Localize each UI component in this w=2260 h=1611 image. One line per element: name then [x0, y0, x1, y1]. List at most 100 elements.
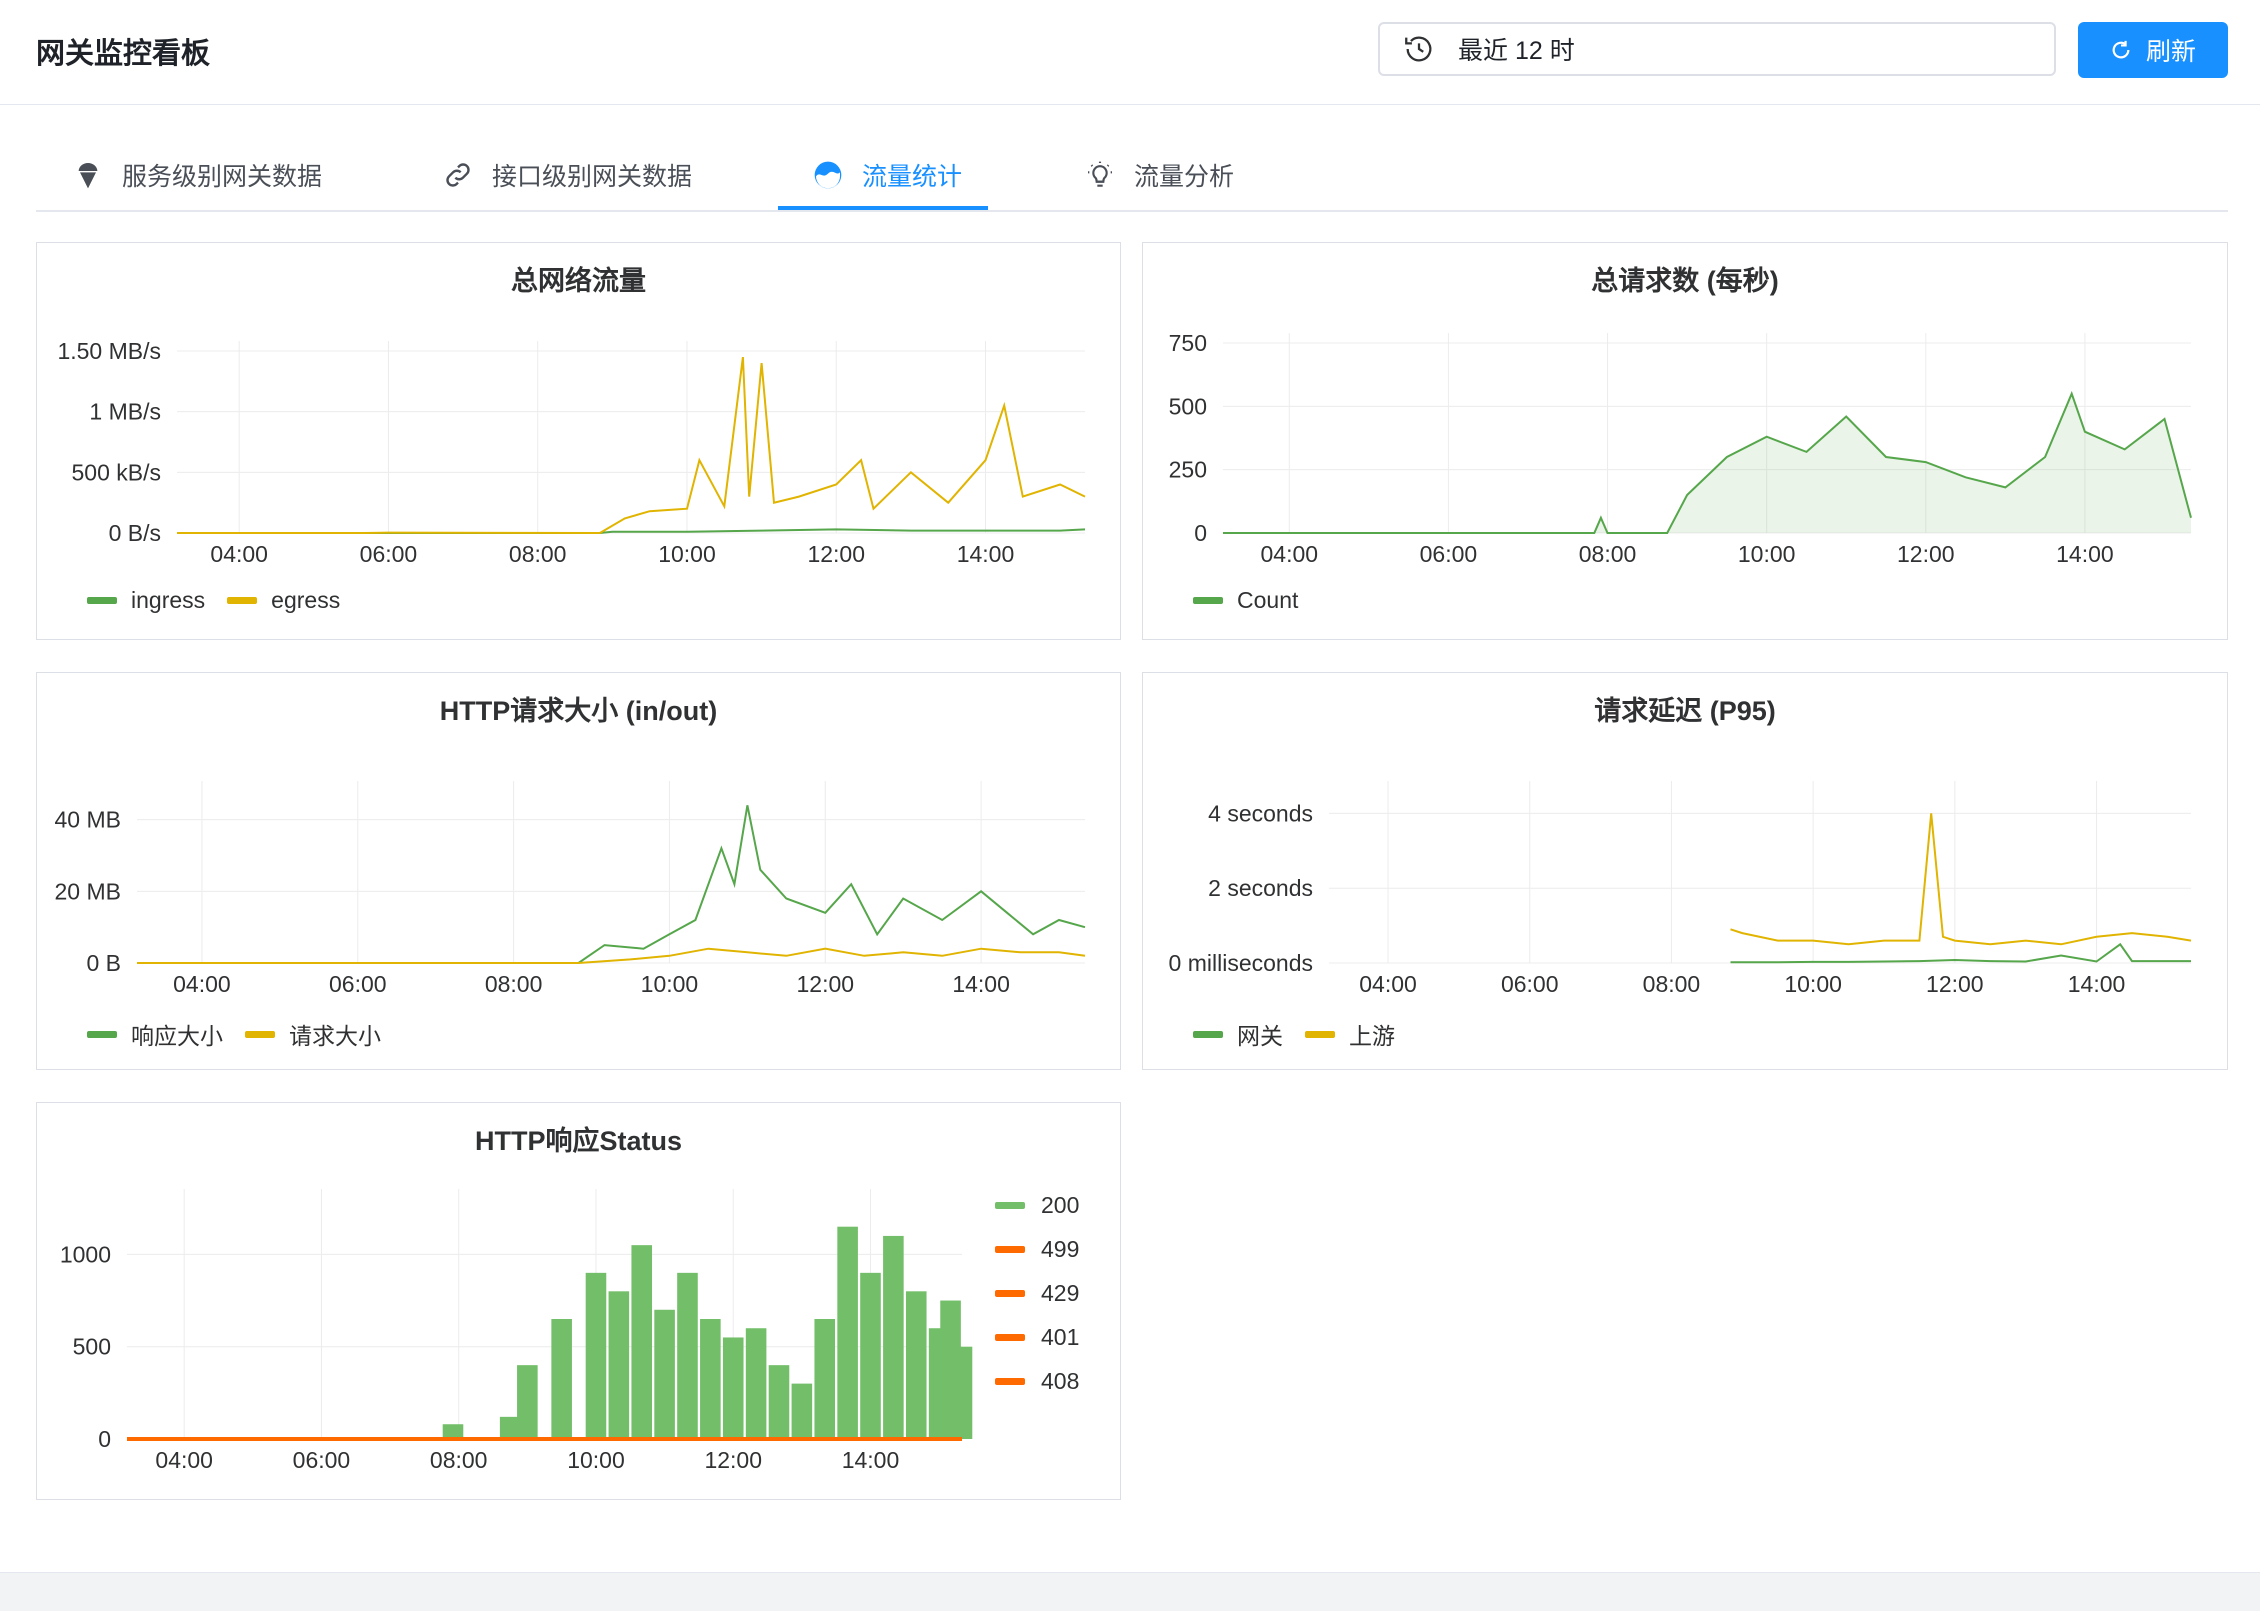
- chart-legend: 网关 上游: [1193, 1017, 1417, 1051]
- bar-200: [951, 1346, 973, 1439]
- bar-200: [905, 1291, 927, 1439]
- legend-item-request-size[interactable]: 请求大小: [245, 1017, 381, 1051]
- legend-label: 429: [1041, 1279, 1080, 1306]
- y-tick-label: 500: [1169, 393, 1207, 419]
- series-line-1: [177, 356, 1086, 535]
- page-title: 网关监控看板: [36, 38, 211, 70]
- legend-item-200[interactable]: 200: [995, 1183, 1079, 1227]
- x-tick-label: 08:00: [485, 971, 543, 997]
- x-tick-label: 10:00: [658, 541, 716, 567]
- refresh-icon: [2112, 40, 2130, 59]
- x-tick-label: 12:00: [807, 541, 865, 567]
- tab-label: 流量统计: [862, 163, 963, 191]
- ice-cream-icon: [78, 163, 98, 189]
- legend-swatch: [995, 1289, 1025, 1297]
- x-tick-label: 04:00: [210, 541, 268, 567]
- x-tick-label: 04:00: [173, 971, 231, 997]
- x-tick-label: 10:00: [567, 1447, 625, 1473]
- legend-item-408[interactable]: 408: [995, 1359, 1079, 1403]
- x-tick-label: 14:00: [2068, 971, 2126, 997]
- bar-200: [517, 1365, 538, 1439]
- legend-swatch: [227, 597, 258, 604]
- legend-swatch: [995, 1201, 1025, 1209]
- bar-200: [837, 1226, 858, 1439]
- legend-swatch: [995, 1333, 1025, 1341]
- x-tick-label: 06:00: [1420, 541, 1478, 567]
- y-tick-label: 1.50 MB/s: [57, 338, 161, 364]
- y-tick-label: 0: [98, 1426, 111, 1452]
- x-tick-label: 12:00: [1897, 541, 1955, 567]
- chart-legend: 响应大小 请求大小: [87, 1017, 403, 1051]
- y-tick-label: 0: [1194, 520, 1207, 546]
- x-tick-label: 06:00: [360, 541, 418, 567]
- series-area: [1223, 393, 2191, 533]
- bar-200: [700, 1319, 721, 1439]
- y-tick-label: 2 seconds: [1208, 875, 1313, 901]
- x-tick-label: 14:00: [952, 971, 1010, 997]
- y-tick-label: 4 seconds: [1208, 800, 1313, 826]
- legend-item-egress[interactable]: egress: [227, 587, 340, 614]
- x-tick-label: 06:00: [329, 971, 387, 997]
- legend-item-upstream[interactable]: 上游: [1305, 1017, 1395, 1051]
- legend-item-ingress[interactable]: ingress: [87, 587, 205, 614]
- chart-total-requests: 04:00 06:00 08:00 10:00 12:00 14:00 0 250 500 750: [1169, 330, 2192, 567]
- legend-swatch: [995, 1377, 1025, 1385]
- legend-item-499[interactable]: 499: [995, 1227, 1079, 1271]
- bar-200: [677, 1272, 698, 1439]
- y-tick-label: 500 kB/s: [72, 459, 162, 485]
- tab-bar: 服务级别网关数据 接口级别网关数据 流量统计 流量分析: [36, 140, 2228, 212]
- link-icon: [446, 163, 470, 187]
- legend-label: 401: [1041, 1323, 1080, 1350]
- x-tick-label: 08:00: [430, 1447, 488, 1473]
- x-tick-label: 08:00: [509, 541, 567, 567]
- time-range-picker[interactable]: 最近 12 时: [1378, 22, 2056, 76]
- x-tick-label: 10:00: [1784, 971, 1842, 997]
- chart-legend: 200 499 429 401 408: [995, 1183, 1079, 1403]
- refresh-label: 刷新: [2145, 38, 2196, 66]
- panel-latency-p95: 请求延迟 (P95) 04:00 06:00 08:00 10:00 12:00 14:0…: [1142, 672, 2228, 1070]
- chart-total-traffic: 04:00 06:00 08:00 10:00 12:00 14:00 0 B/s 500 k…: [57, 338, 1086, 567]
- legend-label: 499: [1041, 1235, 1080, 1262]
- legend-swatch: [1305, 1030, 1335, 1038]
- tab-interface-level[interactable]: 接口级别网关数据: [442, 140, 692, 210]
- y-tick-label: 1 MB/s: [89, 399, 161, 425]
- bar-200: [585, 1272, 607, 1439]
- x-tick-label: 12:00: [704, 1447, 762, 1473]
- wave-icon: [814, 161, 842, 189]
- legend-swatch: [1193, 1030, 1223, 1038]
- y-tick-label: 1000: [60, 1241, 111, 1267]
- legend-item-response-size[interactable]: 响应大小: [87, 1017, 223, 1051]
- x-tick-label: 06:00: [1501, 971, 1559, 997]
- legend-label: 网关: [1237, 1023, 1283, 1049]
- x-tick-label: 14:00: [842, 1447, 900, 1473]
- y-tick-label: 0 B: [86, 950, 121, 976]
- series-line-0: [1730, 942, 2191, 964]
- legend-item-429[interactable]: 429: [995, 1271, 1079, 1315]
- tab-traffic-stats[interactable]: 流量统计: [812, 140, 962, 210]
- history-icon: [1405, 36, 1432, 62]
- bar-200: [631, 1245, 653, 1439]
- bar-200: [791, 1383, 813, 1439]
- bar-200: [442, 1424, 464, 1439]
- bar-200: [883, 1235, 904, 1439]
- legend-item-gateway[interactable]: 网关: [1193, 1017, 1283, 1051]
- y-tick-label: 40 MB: [55, 807, 121, 833]
- time-range-value: 最近 12 时: [1458, 37, 1575, 65]
- legend-swatch: [1193, 597, 1223, 604]
- x-tick-label: 04:00: [155, 1447, 213, 1473]
- bar-200: [745, 1328, 767, 1439]
- refresh-button[interactable]: 刷新: [2078, 22, 2228, 78]
- bar-200: [768, 1365, 790, 1439]
- x-tick-label: 04:00: [1261, 541, 1319, 567]
- legend-item-401[interactable]: 401: [995, 1315, 1079, 1359]
- x-tick-label: 08:00: [1643, 971, 1701, 997]
- tab-service-level[interactable]: 服务级别网关数据: [72, 140, 322, 210]
- legend-label: Count: [1237, 587, 1299, 613]
- x-tick-label: 14:00: [957, 541, 1015, 567]
- tab-traffic-analysis[interactable]: 流量分析: [1084, 140, 1234, 210]
- x-tick-label: 12:00: [796, 971, 854, 997]
- x-tick-label: 04:00: [1359, 971, 1417, 997]
- legend-item-count[interactable]: Count: [1193, 587, 1298, 614]
- legend-label: 请求大小: [289, 1023, 381, 1049]
- legend-label: 200: [1041, 1191, 1080, 1218]
